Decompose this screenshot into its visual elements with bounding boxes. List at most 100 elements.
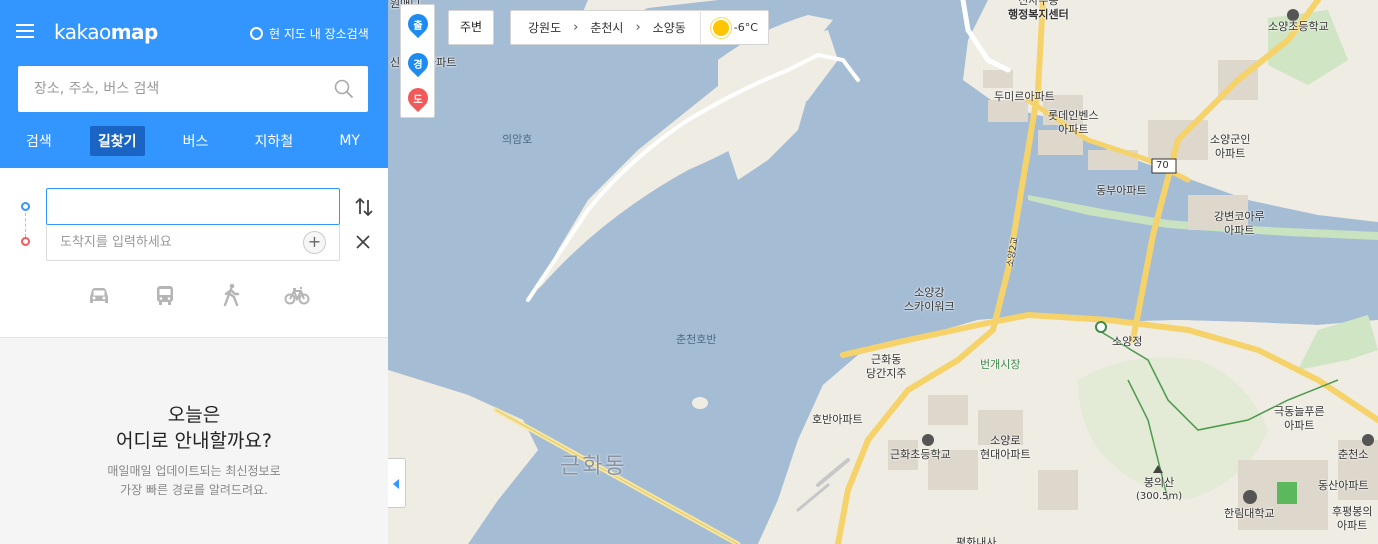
waypoint-pin-label: 경	[413, 60, 423, 71]
map-label-college: 한림대학교	[1224, 507, 1275, 520]
location-breadcrumb: 강원도 › 춘천시 › 소양동 -6°C	[510, 10, 769, 45]
bike-icon[interactable]	[284, 282, 310, 308]
end-pin-icon[interactable]: 도	[403, 83, 433, 113]
breadcrumb-province[interactable]: 강원도	[528, 19, 561, 36]
end-pin-label: 도	[413, 95, 423, 106]
breadcrumb-dong[interactable]: 소양동	[653, 19, 686, 36]
map-label-apt-hupyeong: 후평봉의 아파트	[1332, 505, 1372, 533]
map-label-skywalk-b: 스카이워크	[904, 300, 955, 313]
promo-description: 매일매일 업데이트되는 최신정보로 가장 빠른 경로를 알려드려요.	[0, 462, 388, 500]
map-label-geunhwa-a: 근화동	[871, 353, 902, 366]
tab-my[interactable]: MY	[331, 128, 368, 154]
map-label-apt-gangbyeon-b: 아파트	[1224, 224, 1255, 237]
logo-bold: map	[110, 20, 159, 44]
map-label-apt-gangbyeon-a: 강변코아루	[1214, 210, 1265, 223]
promo-panel: 오늘은 어디로 안내할까요? 매일매일 업데이트되는 최신정보로 가장 빠른 경…	[0, 338, 388, 544]
close-icon[interactable]	[354, 233, 372, 251]
area-search-toggle[interactable]: 현 지도 내 장소검색	[250, 25, 369, 42]
map-label-chuncheon: 춘천소	[1338, 448, 1369, 461]
map-label-apt-hupyeong-b: 아파트	[1337, 519, 1368, 532]
map-label-school-geunhwa: 근화초등학교	[890, 448, 951, 461]
map-label-mountain-a: 봉의산	[1143, 476, 1175, 489]
swap-icon[interactable]	[354, 196, 374, 218]
search-icon[interactable]	[334, 79, 354, 99]
map-label-apt-geukdong-a: 극동늘푸른	[1274, 405, 1325, 418]
chevron-right-icon: ›	[635, 20, 641, 35]
map-label-welfare-center: 신사우동 행정복지센터	[1008, 0, 1069, 22]
map-label-apt-dongsan: 동산아파트	[1318, 479, 1369, 492]
destination-input[interactable]	[47, 225, 297, 259]
map-label-apt-lotte-a: 롯데인벤스	[1048, 109, 1099, 122]
map-label-apt-dumiru: 두미르아파트	[994, 90, 1055, 103]
weather-widget[interactable]: -6°C	[699, 10, 768, 45]
promo-desc-line2: 가장 빠른 경로를 알려드려요.	[120, 483, 268, 497]
map-label-bottom: 평화내사	[956, 536, 997, 544]
end-dot-icon	[21, 237, 30, 246]
map-label-apt-geukdong-b: 아파트	[1284, 419, 1315, 432]
map-background	[388, 0, 1378, 544]
start-pin-label: 출	[413, 21, 423, 32]
sun-icon	[712, 19, 729, 36]
map-label-mountain: 봉의산 (300.5m)	[1136, 476, 1182, 504]
weather-temp: -6°C	[733, 21, 758, 34]
promo-title-line1: 오늘은	[167, 404, 221, 426]
map-label-apt-hoban: 호반아파트	[812, 413, 863, 426]
sidebar: kakaomap 현 지도 내 장소검색 검색 길찾기 버스 지하철 MY	[0, 0, 388, 544]
car-icon[interactable]	[86, 282, 112, 308]
map-label-apt-hupyeong-a: 후평봉의	[1332, 505, 1373, 518]
add-waypoint-button[interactable]: +	[303, 231, 326, 254]
chevron-right-icon: ›	[573, 20, 579, 35]
menu-icon[interactable]	[16, 24, 36, 40]
route-pin-panel: 출 경 도	[400, 4, 435, 118]
transport-modes	[86, 282, 310, 308]
map-route-number: 70	[1156, 160, 1169, 171]
map-label-welfare-a: 신사우동	[1018, 0, 1059, 7]
promo-title-line2: 어디로 안내할까요?	[116, 430, 272, 452]
search-box	[18, 66, 368, 112]
map-label-apt-dongbu: 동부아파트	[1096, 184, 1147, 197]
bus-icon[interactable]	[152, 282, 178, 308]
tab-subway[interactable]: 지하철	[247, 126, 302, 156]
map-label-apt-hyundai-b: 현대아파트	[980, 448, 1031, 461]
map-label-apt-lotte-b: 아파트	[1058, 123, 1089, 136]
destination-field: +	[46, 225, 340, 261]
map-label-welfare-b: 행정복지센터	[1008, 8, 1069, 21]
logo-light: kakao	[54, 20, 111, 44]
map-label-apt-military-a: 소양군인	[1210, 133, 1251, 146]
map-label-lake-hoban: 춘천호반	[676, 333, 717, 346]
map-district-label: 근화동	[560, 454, 627, 479]
map-label-skywalk-a: 소양강	[914, 286, 945, 299]
origin-input[interactable]	[46, 188, 340, 225]
map-label-geunhwa-pillar: 근화동 당간지주	[866, 353, 906, 381]
map-label-skywalk: 소양강 스카이워크	[904, 286, 955, 314]
promo-desc-line1: 매일매일 업데이트되는 최신정보로	[107, 464, 281, 478]
tab-search[interactable]: 검색	[18, 126, 60, 156]
map-label-apt-military-b: 아파트	[1215, 147, 1246, 160]
tab-directions[interactable]: 길찾기	[89, 126, 145, 156]
breadcrumb-city[interactable]: 춘천시	[590, 19, 623, 36]
radio-icon	[250, 27, 263, 40]
map-label-school-soyang: 소양초등학교	[1268, 20, 1329, 33]
map-label-apt-lotte: 롯데인벤스 아파트	[1048, 109, 1099, 137]
route-panel: +	[0, 168, 388, 338]
map-label-apt-hyundai: 소양로 현대아파트	[980, 434, 1031, 462]
area-search-label: 현 지도 내 장소검색	[269, 27, 369, 41]
map-label-top-left-b: 신	[390, 56, 401, 69]
map-label-market: 번개시장	[980, 358, 1021, 371]
walk-icon[interactable]	[218, 282, 244, 308]
start-dot-icon	[21, 202, 30, 211]
start-pin-icon[interactable]: 출	[403, 9, 433, 39]
sidebar-header: kakaomap 현 지도 내 장소검색 검색 길찾기 버스 지하철 MY	[0, 0, 388, 168]
main-tabs: 검색 길찾기 버스 지하철 MY	[18, 126, 368, 156]
map-label-mountain-b: (300.5m)	[1136, 491, 1183, 502]
map-canvas[interactable]: 원애니 신 아파트 의암호 춘천호반 신사우동행정복지센터 소양초등학교 두미르…	[388, 0, 1378, 544]
tab-bus[interactable]: 버스	[175, 126, 217, 156]
logo[interactable]: kakaomap	[54, 20, 158, 44]
promo-title: 오늘은 어디로 안내할까요?	[0, 402, 388, 454]
app-root: kakaomap 현 지도 내 장소검색 검색 길찾기 버스 지하철 MY	[0, 0, 1378, 544]
search-input[interactable]	[18, 66, 328, 112]
map-label-apt-geukdong: 극동늘푸른 아파트	[1274, 405, 1325, 433]
waypoint-pin-icon[interactable]: 경	[403, 48, 433, 78]
nearby-button[interactable]: 주변	[448, 10, 494, 45]
collapse-sidebar-button[interactable]	[388, 458, 406, 508]
